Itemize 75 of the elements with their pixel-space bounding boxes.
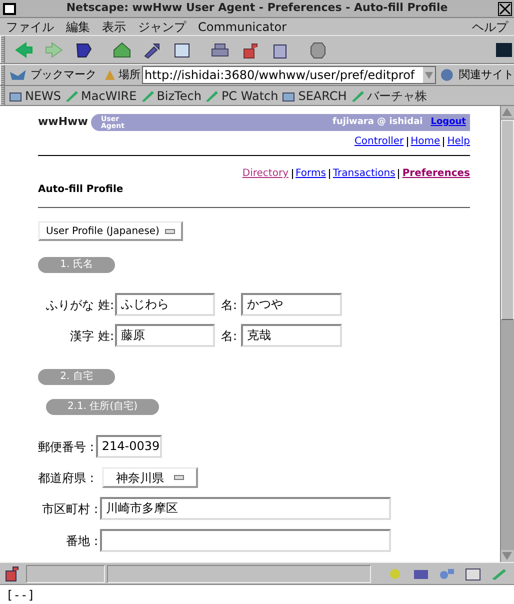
toolbar-grip[interactable] [0, 65, 5, 85]
nav-link[interactable]: Home [410, 134, 440, 149]
profile-select[interactable]: User Profile (Japanese) [38, 221, 184, 241]
section-tab[interactable]: Forms [296, 166, 326, 181]
discussion-icon[interactable] [438, 566, 456, 580]
text-field[interactable]: かつや [241, 293, 342, 316]
stop-icon[interactable] [308, 40, 328, 58]
field-label: 漢字 姓: [69, 328, 114, 344]
url-field[interactable]: http://ishidai:3680/wwhww/user/pref/editprof [142, 66, 436, 84]
text-field[interactable]: 214-0039 [96, 435, 162, 458]
window-title: Netscape: wwHww User Agent - Preferences - Auto-fill Profile [65, 0, 449, 16]
bookmark-link[interactable]: PC Watch [205, 86, 278, 104]
section-heading: 2.1. 住所(自宅) [46, 399, 159, 415]
text-field[interactable] [100, 529, 391, 552]
logout-link[interactable]: Logout [430, 116, 466, 130]
bookmark-link[interactable]: MacWIRE [65, 86, 137, 104]
prefecture-select[interactable]: 神奈川県 [102, 467, 198, 488]
section-tab[interactable]: Preferences [402, 166, 470, 181]
bookmark-link[interactable]: NEWS [9, 86, 62, 104]
field-label: 郵便番号 : [38, 438, 94, 456]
text-field[interactable]: 川崎市多摩区 [100, 497, 391, 520]
section-tab[interactable]: Transactions [332, 166, 396, 181]
reload-icon[interactable] [74, 40, 94, 58]
folder-icon [9, 90, 23, 102]
bookmark-link[interactable]: SEARCH [282, 86, 347, 104]
field-label: 市区町村 : [41, 500, 98, 518]
scroll-down-icon[interactable] [501, 550, 514, 562]
status-text: [--] [6, 586, 35, 604]
pen-icon [350, 90, 365, 102]
nav-link[interactable]: Controller [354, 134, 404, 149]
menu-item[interactable]: 表示 [102, 18, 126, 36]
home-icon[interactable] [112, 40, 132, 58]
toolbar-grip[interactable] [0, 86, 5, 105]
section-heading: 2. 自宅 [38, 369, 115, 385]
menu-item[interactable]: Communicator [198, 18, 287, 36]
field-label: ふりがな 姓: [45, 296, 114, 314]
section-tab[interactable]: Directory [242, 166, 288, 181]
bookmark-icon[interactable] [8, 68, 27, 82]
menu-item[interactable]: ヘルプ [472, 18, 508, 36]
field-label: 名: [221, 296, 238, 314]
bookmarks-button[interactable]: ブックマーク [30, 66, 97, 84]
page-heading: Auto-fill Profile [38, 183, 124, 197]
folder-icon [282, 90, 296, 102]
bookmark-link[interactable]: バーチャ株 [350, 86, 427, 104]
search-icon[interactable] [142, 40, 162, 58]
text-field[interactable]: 藤原 [115, 324, 215, 347]
window-menu-icon[interactable] [3, 2, 16, 14]
nav-link[interactable]: Help [447, 134, 470, 149]
menu-item[interactable]: 編集 [66, 18, 90, 36]
brand-logo: wwHww [38, 114, 89, 130]
field-label: 番地 : [65, 532, 98, 550]
scrollbar[interactable] [500, 106, 514, 562]
scroll-up-icon[interactable] [501, 106, 514, 118]
text-field[interactable]: 克哉 [241, 324, 342, 347]
pen-icon [205, 90, 220, 102]
field-label: 都道府県 : [38, 470, 94, 486]
toolbar-grip[interactable] [0, 36, 5, 63]
address-book-icon[interactable] [464, 566, 482, 580]
user-name: fujiwara @ ishidai [332, 116, 423, 129]
printer-icon[interactable] [210, 40, 230, 58]
location-label: 場所 [118, 66, 140, 83]
field-label: 名: [221, 328, 238, 344]
guide-icon[interactable] [172, 40, 192, 58]
text-field[interactable]: ふじわら [115, 293, 215, 316]
close-button[interactable] [498, 2, 512, 16]
location-icon [102, 68, 116, 82]
menu-item[interactable]: ジャンプ [138, 18, 186, 36]
related-icon[interactable] [440, 68, 456, 82]
bookmark-link[interactable]: BizTech [140, 86, 202, 104]
pen-icon [65, 90, 80, 102]
logo-icon [496, 42, 512, 56]
pen-icon [140, 90, 155, 102]
section-heading: 1. 氏名 [38, 257, 115, 273]
related-sites-button[interactable]: 関連サイト [458, 66, 514, 84]
menu-item[interactable]: ファイル [6, 18, 54, 36]
